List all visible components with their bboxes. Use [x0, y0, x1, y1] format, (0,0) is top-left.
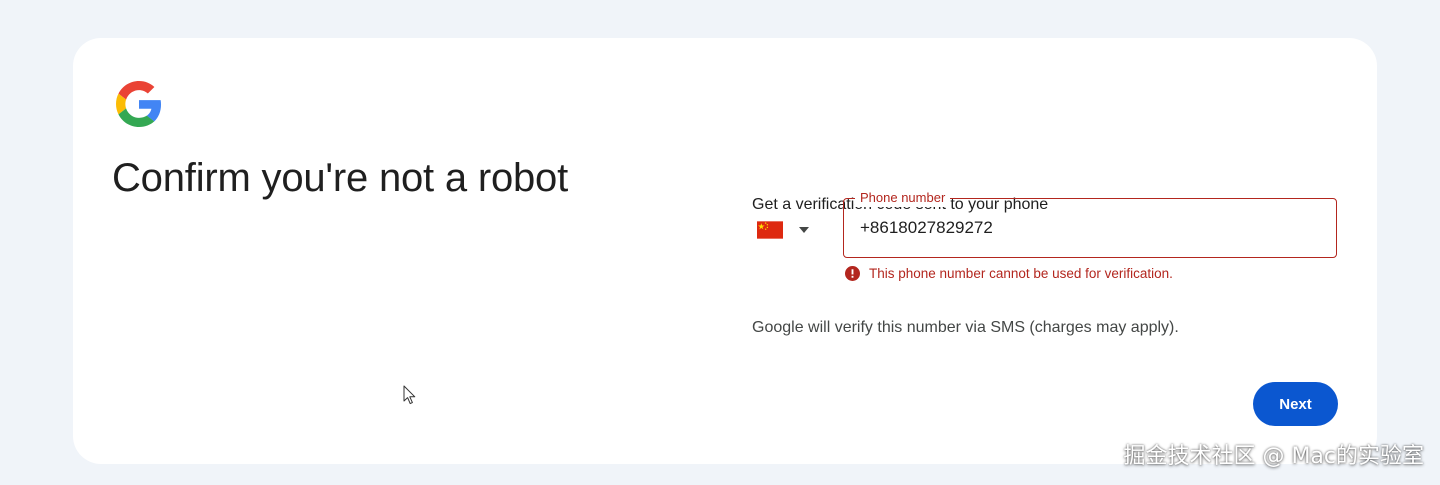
signin-card: Confirm you're not a robot Get a verific…	[73, 38, 1377, 464]
google-logo-icon	[116, 81, 162, 127]
phone-error-message: This phone number cannot be used for ver…	[845, 266, 1173, 281]
phone-number-field[interactable]: Phone number	[843, 189, 1337, 258]
next-button[interactable]: Next	[1253, 382, 1338, 426]
error-text: This phone number cannot be used for ver…	[869, 266, 1173, 281]
china-flag-icon	[757, 221, 783, 239]
error-circle-icon	[845, 266, 860, 281]
watermark: 掘金技术社区 @ Mac的实验室	[1123, 444, 1424, 469]
mouse-pointer-icon	[403, 385, 416, 405]
country-code-selector[interactable]	[757, 214, 829, 246]
sms-charges-note: Google will verify this number via SMS (…	[752, 319, 1179, 336]
caret-down-icon	[799, 227, 809, 233]
phone-number-input[interactable]	[860, 199, 1320, 257]
page-title: Confirm you're not a robot	[112, 156, 568, 200]
